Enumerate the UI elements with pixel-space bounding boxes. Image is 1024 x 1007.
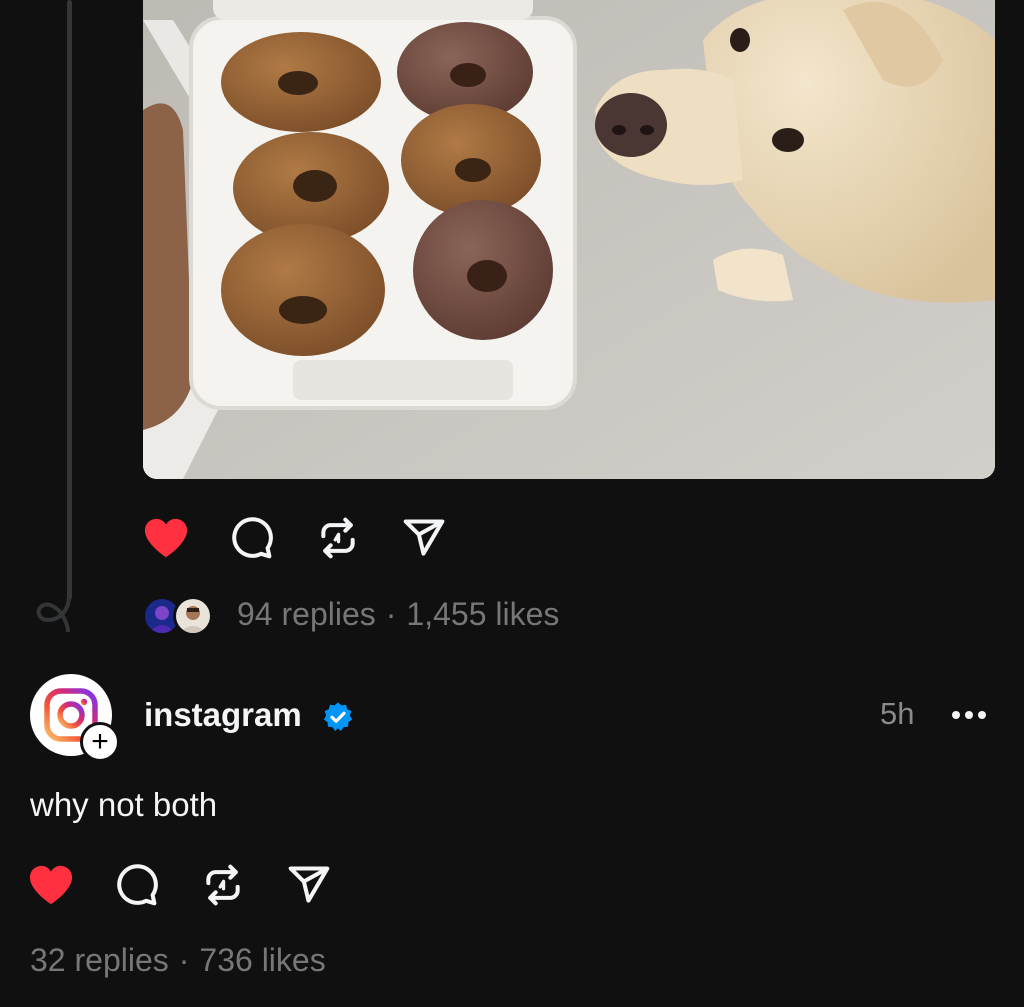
heart-icon — [144, 518, 188, 558]
post-2-stats: 32 replies · 736 likes — [30, 942, 326, 979]
share-icon — [288, 866, 330, 903]
stats-separator: · — [178, 942, 190, 978]
replies-count[interactable]: 94 replies — [237, 596, 376, 632]
repost-button[interactable] — [200, 862, 246, 908]
plus-icon: + — [91, 725, 109, 758]
share-button[interactable] — [401, 515, 447, 561]
follow-button[interactable]: + — [80, 722, 120, 762]
comment-icon — [232, 517, 273, 559]
more-icon — [952, 711, 986, 719]
author-username[interactable]: instagram — [144, 696, 302, 734]
likes-count[interactable]: 736 likes — [199, 942, 325, 978]
post-1-actions — [143, 515, 447, 561]
replier-avatar[interactable] — [173, 596, 213, 636]
repost-button[interactable] — [315, 515, 361, 561]
more-options-button[interactable] — [948, 700, 990, 730]
like-button[interactable] — [28, 862, 74, 908]
heart-icon — [29, 865, 73, 905]
post-2-actions — [28, 862, 332, 908]
comment-button[interactable] — [114, 862, 160, 908]
share-button[interactable] — [286, 862, 332, 908]
post-1-stats: 94 replies · 1,455 likes — [237, 596, 559, 633]
thread-loop — [36, 596, 71, 632]
repost-icon — [321, 517, 355, 559]
verified-badge-icon — [323, 702, 353, 731]
like-button[interactable] — [143, 515, 189, 561]
post-image[interactable] — [143, 0, 995, 479]
comment-icon — [117, 864, 158, 906]
thread-line — [67, 0, 72, 600]
stats-separator: · — [385, 596, 397, 632]
repost-icon — [206, 864, 240, 906]
post-text: why not both — [30, 786, 218, 823]
post-timestamp: 5h — [880, 696, 915, 731]
comment-button[interactable] — [229, 515, 275, 561]
share-icon — [403, 519, 445, 556]
replies-count[interactable]: 32 replies — [30, 942, 169, 978]
likes-count[interactable]: 1,455 likes — [406, 596, 559, 632]
